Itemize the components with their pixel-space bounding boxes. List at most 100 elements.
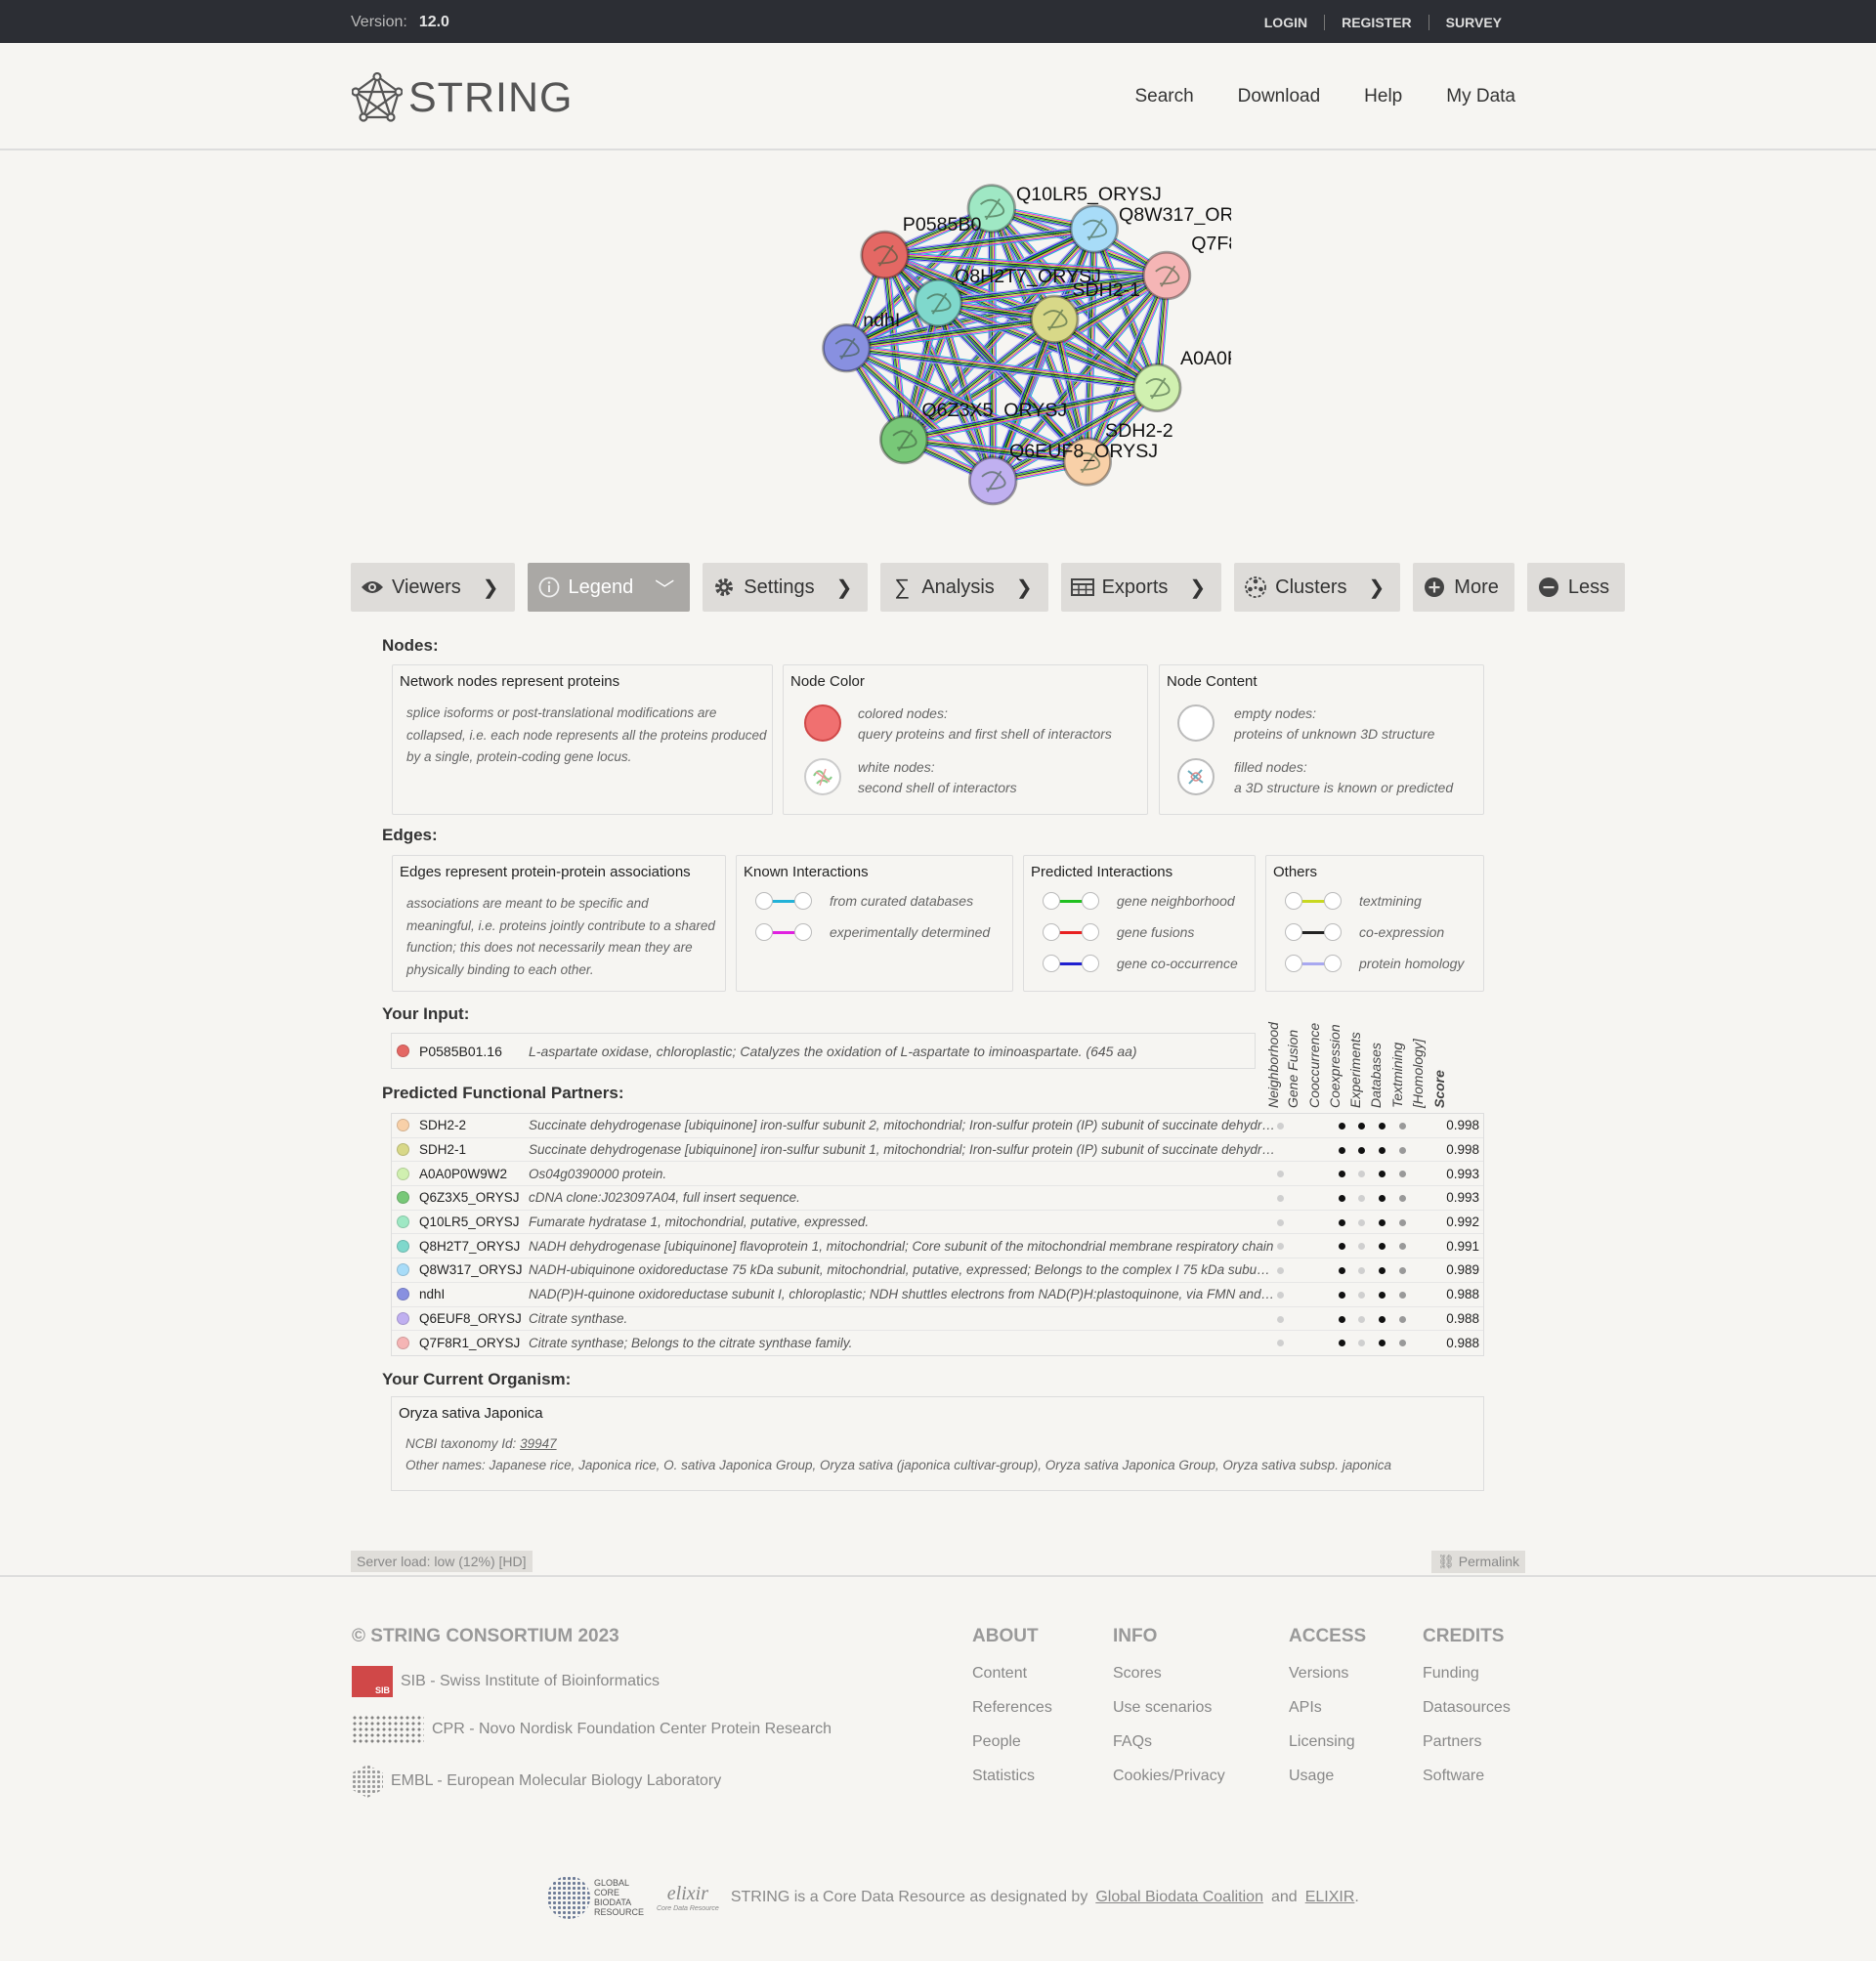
elixir-link[interactable]: ELIXIR <box>1305 1889 1355 1906</box>
less-button[interactable]: Less <box>1526 563 1626 612</box>
network-node-label[interactable]: SDH2-2 <box>1105 420 1173 442</box>
network-node[interactable] <box>878 414 929 465</box>
partners-table: SDH2-2 Succinate dehydrogenase [ubiquinon… <box>391 1113 1484 1356</box>
network-graph[interactable]: Q10LR5_ORYSJQ8W317_ORYSJ P0585B0 Q7F8R1_OR… <box>743 168 1231 530</box>
partner-name[interactable]: Q8H2T7_ORYSJ <box>419 1239 529 1254</box>
header: STRING Search Download Help My Data <box>0 43 1876 150</box>
more-button[interactable]: More <box>1413 563 1514 612</box>
network-node-label[interactable]: Q6EUF8_ORYSJ <box>1009 441 1158 462</box>
col-homology: [Homology] <box>1410 1039 1426 1108</box>
legend-gene-cooccurrence: gene co-occurrence <box>1043 954 1238 973</box>
protein-color-dot <box>397 1337 409 1350</box>
network-node-label[interactable]: Q10LR5_ORYSJ <box>1016 184 1162 205</box>
legend-button[interactable]: Legend ﹀ <box>527 563 691 612</box>
string-logo[interactable]: STRING <box>352 72 573 123</box>
sib-link[interactable]: SIB SIB - Swiss Institute of Bioinformat… <box>352 1666 660 1697</box>
footer-link-software[interactable]: Software <box>1423 1768 1511 1802</box>
partner-row[interactable]: Q8H2T7_ORYSJ NADH dehydrogenase [ubiquino… <box>392 1234 1483 1259</box>
footer-link-use-scenarios[interactable]: Use scenarios <box>1113 1699 1225 1733</box>
partner-row[interactable]: Q6Z3X5_ORYSJ cDNA clone:J023097A04, full … <box>392 1186 1483 1211</box>
partner-row[interactable]: Q6EUF8_ORYSJ Citrate synthase. 0.988 <box>392 1307 1483 1332</box>
partner-row[interactable]: SDH2-2 Succinate dehydrogenase [ubiquinon… <box>392 1114 1483 1138</box>
login-link[interactable]: LOGIN <box>1248 15 1324 30</box>
network-node[interactable] <box>860 230 910 280</box>
network-node-label[interactable]: ndhI <box>863 310 900 331</box>
edge-line <box>771 931 796 934</box>
network-node-label[interactable]: Q8W317_ORYSJ <box>1119 204 1231 226</box>
network-node[interactable] <box>1131 362 1182 412</box>
evidence-dot <box>1399 1146 1406 1154</box>
register-link[interactable]: REGISTER <box>1324 15 1428 30</box>
analysis-button[interactable]: ∑ Analysis ❯ <box>880 563 1048 612</box>
footer-link-versions[interactable]: Versions <box>1289 1665 1366 1699</box>
partner-desc: Fumarate hydratase 1, mitochondrial, put… <box>529 1215 870 1230</box>
partner-row[interactable]: Q7F8R1_ORYSJ Citrate synthase; Belongs to… <box>392 1331 1483 1355</box>
footer-link-scores[interactable]: Scores <box>1113 1665 1225 1699</box>
partner-name[interactable]: SDH2-1 <box>419 1142 529 1157</box>
partner-row[interactable]: Q10LR5_ORYSJ Fumarate hydratase 1, mitoch… <box>392 1211 1483 1235</box>
network-node-label[interactable]: Q7F8R1_ORYSJ <box>1191 233 1231 254</box>
input-protein-row[interactable]: P0585B01.16 L-aspartate oxidase, chlorop… <box>391 1033 1256 1069</box>
evidence-dot <box>1358 1146 1365 1154</box>
survey-link[interactable]: SURVEY <box>1428 15 1518 30</box>
nav-search[interactable]: Search <box>1134 86 1193 107</box>
curated-databases-label: from curated databases <box>830 893 974 909</box>
gcbr-logo-icon: GLOBAL CORE BIODATA RESOURCE <box>547 1876 649 1919</box>
partner-name[interactable]: Q6EUF8_ORYSJ <box>419 1311 529 1326</box>
partner-row[interactable]: A0A0P0W9W2 Os04g0390000 protein. 0.993 <box>392 1162 1483 1187</box>
edge-end-left <box>755 892 773 910</box>
cpr-link[interactable]: CPR - Novo Nordisk Foundation Center Pro… <box>352 1715 831 1744</box>
permalink-label: Permalink <box>1458 1554 1519 1569</box>
footer-link-references[interactable]: References <box>972 1699 1052 1733</box>
nav-help[interactable]: Help <box>1364 86 1402 107</box>
exports-button[interactable]: Exports ❯ <box>1060 563 1222 612</box>
evidence-dot <box>1399 1123 1406 1130</box>
partner-name[interactable]: SDH2-2 <box>419 1118 529 1132</box>
footer-link-statistics[interactable]: Statistics <box>972 1768 1052 1802</box>
footer-link-faqs[interactable]: FAQs <box>1113 1733 1225 1768</box>
partner-row[interactable]: ndhI NAD(P)H-quinone oxidoreductase subun… <box>392 1283 1483 1307</box>
network-node[interactable] <box>822 322 872 373</box>
footer-link-partners[interactable]: Partners <box>1423 1733 1511 1768</box>
network-node[interactable] <box>1141 250 1192 301</box>
footer-link-people[interactable]: People <box>972 1733 1052 1768</box>
footer-link-content[interactable]: Content <box>972 1665 1052 1699</box>
permalink-button[interactable]: ⛓ Permalink <box>1431 1551 1525 1573</box>
network-node-label[interactable]: A0A0P0W9W2 <box>1180 348 1231 369</box>
clusters-button[interactable]: Clusters ❯ <box>1234 563 1401 612</box>
nav-my-data[interactable]: My Data <box>1446 86 1515 107</box>
footer-link-funding[interactable]: Funding <box>1423 1665 1511 1699</box>
taxid-link[interactable]: 39947 <box>520 1436 557 1451</box>
edge-end-right <box>1082 923 1099 941</box>
partner-row[interactable]: Q8W317_ORYSJ NADH-ubiquinone oxidoreducta… <box>392 1258 1483 1283</box>
partner-name[interactable]: Q7F8R1_ORYSJ <box>419 1336 529 1350</box>
network-node-label[interactable]: P0585B0 <box>903 214 982 235</box>
evidence-dot <box>1339 1243 1345 1251</box>
partner-name[interactable]: Q10LR5_ORYSJ <box>419 1215 529 1229</box>
footer-link-licensing[interactable]: Licensing <box>1289 1733 1366 1768</box>
nav-download[interactable]: Download <box>1238 86 1321 107</box>
network-node-label[interactable]: Q6Z3X5_ORYSJ <box>921 400 1067 421</box>
gbc-link[interactable]: Global Biodata Coalition <box>1095 1889 1263 1906</box>
partner-name[interactable]: A0A0P0W9W2 <box>419 1167 529 1181</box>
footer-link-datasources[interactable]: Datasources <box>1423 1699 1511 1733</box>
account-links: LOGIN REGISTER SURVEY <box>1248 15 1518 30</box>
cpr-label: CPR - Novo Nordisk Foundation Center Pro… <box>432 1721 832 1737</box>
footer-link-apis[interactable]: APIs <box>1289 1699 1366 1733</box>
embl-link[interactable]: EMBL - European Molecular Biology Labora… <box>352 1765 721 1798</box>
partner-name[interactable]: Q8W317_ORYSJ <box>419 1262 529 1277</box>
partner-name[interactable]: Q6Z3X5_ORYSJ <box>419 1190 529 1205</box>
network-node[interactable] <box>1069 204 1119 254</box>
footer-link-usage[interactable]: Usage <box>1289 1768 1366 1802</box>
evidence-dot <box>1379 1218 1386 1226</box>
network-node[interactable] <box>1029 294 1080 344</box>
footer-link-cookies[interactable]: Cookies/Privacy <box>1113 1768 1225 1802</box>
viewers-button[interactable]: Viewers ❯ <box>351 563 515 612</box>
col-textmining: Textmining <box>1389 1042 1405 1108</box>
network-node[interactable] <box>967 455 1018 506</box>
evidence-dot <box>1379 1315 1386 1323</box>
network-node-label[interactable]: SDH2-1 <box>1072 279 1140 301</box>
partner-name[interactable]: ndhI <box>419 1287 529 1301</box>
settings-button[interactable]: Settings ❯ <box>703 563 869 612</box>
partner-row[interactable]: SDH2-1 Succinate dehydrogenase [ubiquinon… <box>392 1138 1483 1163</box>
